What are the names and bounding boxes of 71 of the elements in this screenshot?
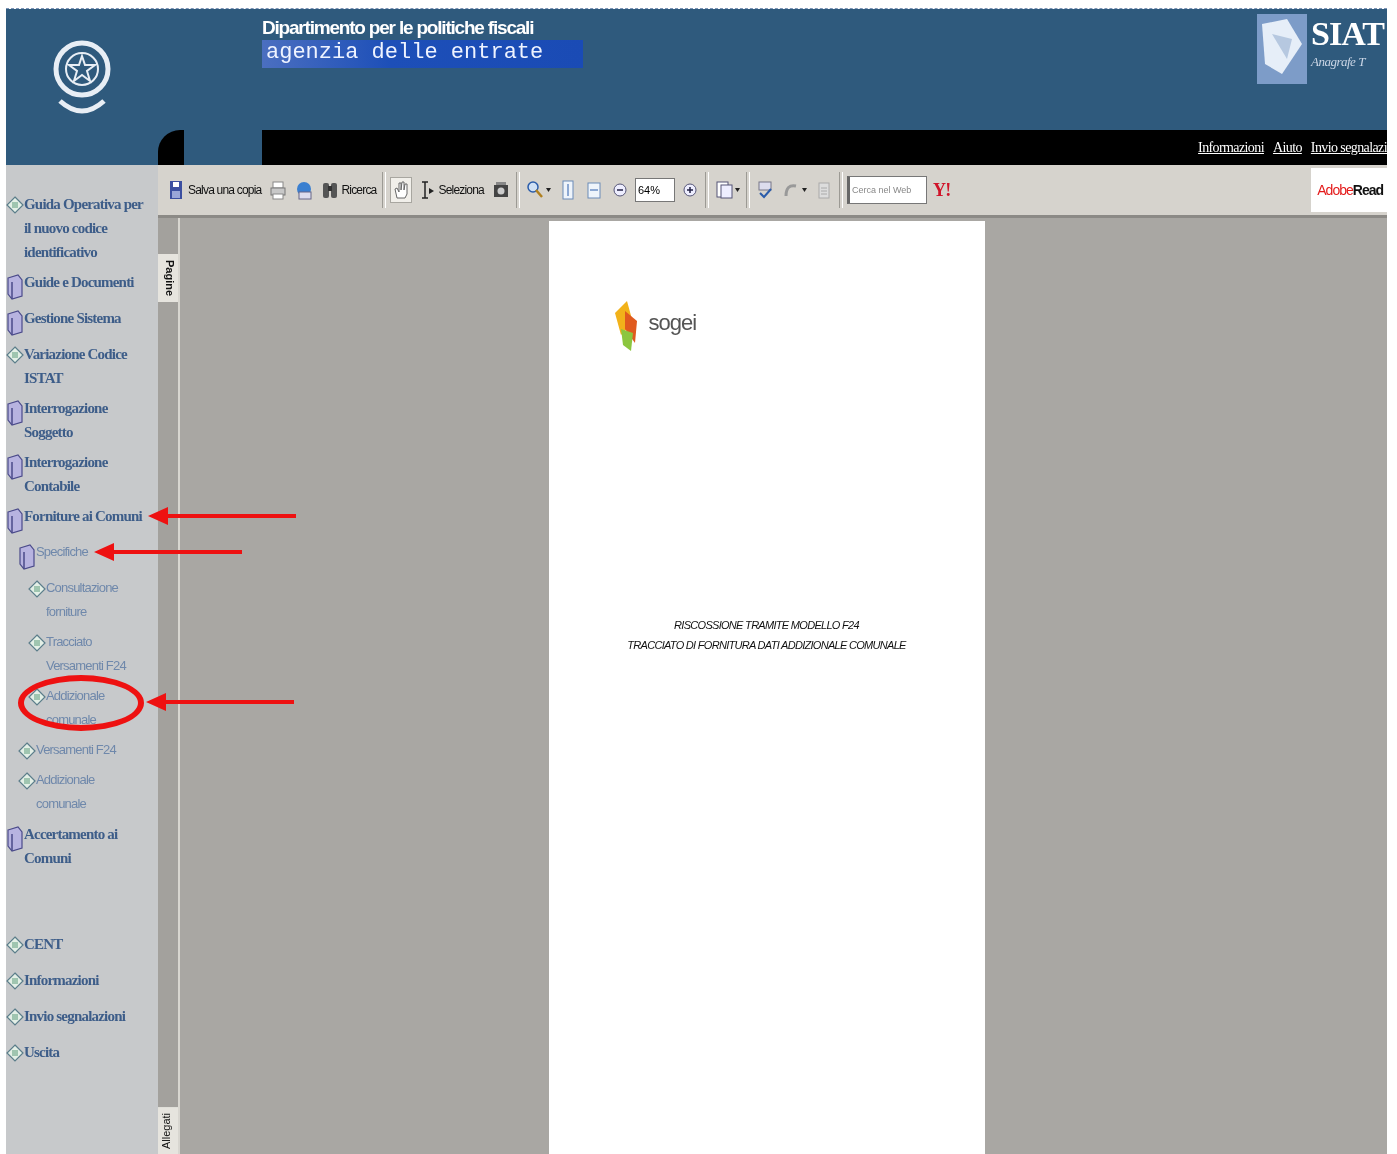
header-link[interactable]: Aiuto	[1272, 139, 1302, 156]
menu-item[interactable]: Accertamento ai Comuni	[24, 822, 150, 870]
zoom-field[interactable]: 64%	[635, 178, 675, 202]
document-icon	[6, 972, 24, 990]
document-icon	[28, 634, 46, 652]
menu-item[interactable]: Guida Operativa per il nuovo codice identificativo	[24, 192, 150, 264]
zoom-icon	[526, 180, 544, 200]
menu-item[interactable]: Guide e Documenti	[24, 270, 134, 294]
menu-item[interactable]: Gestione Sistema	[24, 306, 121, 330]
folder-icon	[6, 274, 24, 300]
folder-icon	[6, 826, 24, 852]
folder-icon	[6, 400, 24, 426]
menu-item[interactable]: Forniture ai Comuni	[24, 504, 142, 528]
pages-tab[interactable]: Pagine	[158, 254, 178, 303]
web-search-field[interactable]: Cerca nel Web	[847, 176, 927, 204]
menu-item[interactable]: Tracciato Versamenti F24	[46, 630, 136, 678]
menu-item[interactable]: Versamenti F24	[36, 738, 116, 762]
department-title: Dipartimento per le politiche fiscali	[262, 17, 535, 39]
folder-icon	[18, 544, 36, 570]
document-title-line: TRACCIATO DI FORNITURA DATI ADDIZIONALE COMUNALE	[627, 639, 906, 651]
search-button[interactable]: Ricerca	[319, 177, 379, 203]
header-link[interactable]: Informazioni	[1198, 139, 1264, 156]
folder-icon	[6, 454, 24, 480]
attachments-tab[interactable]: Allegati	[158, 1106, 178, 1154]
zoom-out-icon	[611, 180, 629, 200]
hand-button[interactable]	[390, 177, 413, 203]
globe-icon	[295, 180, 314, 200]
document-icon	[18, 772, 36, 790]
spellcheck-icon	[756, 180, 774, 200]
menu-item[interactable]: Consultazione forniture	[46, 576, 136, 624]
document-icon	[6, 196, 24, 214]
zoom-in-icon	[681, 180, 699, 200]
siat-logo: SIAT Anagrafe T	[1257, 9, 1387, 130]
menu-item[interactable]: Informazioni	[24, 968, 99, 992]
folder-icon	[6, 508, 24, 534]
yahoo-button[interactable]: Y!	[931, 176, 953, 204]
menu-item[interactable]: Addizionale comunale	[36, 768, 126, 816]
document-icon	[18, 742, 36, 760]
document-icon	[28, 688, 46, 706]
header-corner	[158, 130, 184, 165]
menu-item[interactable]: CENT	[24, 932, 63, 956]
fit-page-icon	[559, 180, 577, 200]
hand-icon	[392, 180, 411, 200]
document-icon	[28, 580, 46, 598]
menu-item[interactable]: Variazione Codice ISTAT	[24, 342, 150, 390]
document-icon	[6, 1044, 24, 1062]
menu-item[interactable]: Interrogazione Soggetto	[24, 396, 150, 444]
binoculars-icon	[321, 180, 340, 200]
menu-item[interactable]: Interrogazione Contabile	[24, 450, 150, 498]
document-icon	[6, 1008, 24, 1026]
select-tool-button[interactable]: Seleziona	[416, 177, 486, 203]
header-link[interactable]: Invio segnalazi	[1310, 139, 1387, 156]
menu-item[interactable]: Specifiche	[36, 540, 88, 564]
save-copy-button[interactable]: Salva una copia	[166, 177, 264, 203]
fit-width-icon	[585, 180, 603, 200]
document-title-line: RISCOSSIONE TRAMITE MODELLO F24	[674, 619, 859, 631]
dropdown-caret-icon	[546, 188, 551, 192]
agency-title: agenzia delle entrate	[262, 40, 584, 68]
document-icon	[6, 346, 24, 364]
menu-item[interactable]: Uscita	[24, 1040, 60, 1064]
camera-icon	[492, 180, 510, 200]
dropdown-caret-icon	[802, 188, 807, 192]
clipboard-icon	[815, 180, 833, 200]
menu-item[interactable]: Invio segnalazioni	[24, 1004, 126, 1028]
sogei-logo-text: sogei	[648, 310, 697, 336]
print-icon	[269, 180, 288, 200]
folder-icon	[6, 310, 24, 336]
dropdown-caret-icon	[735, 188, 740, 192]
document-icon	[6, 936, 24, 954]
pages-icon	[715, 180, 733, 200]
adobe-reader-logo: AdobeRead	[1311, 168, 1387, 212]
